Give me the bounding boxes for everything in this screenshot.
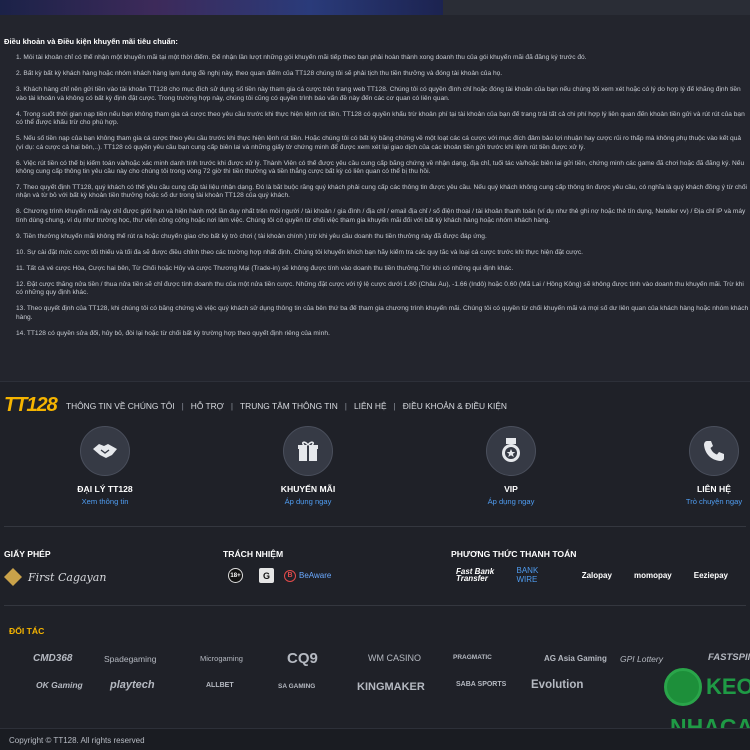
terms-item: 9. Tiền thưởng khuyến mãi không thể rút …	[16, 232, 487, 240]
nav-separator: |	[230, 401, 234, 411]
partner-logo[interactable]: CMD368	[33, 653, 72, 664]
feature-title: VIP	[504, 484, 518, 494]
handshake-icon	[80, 426, 130, 476]
partner-logo[interactable]: GPI Lottery	[620, 654, 663, 664]
terms-item: 2. Bất kỳ bất kỳ khách hàng hoặc nhóm kh…	[16, 70, 503, 78]
footer-nav-links: THÔNG TIN VỀ CHÚNG TÔI | HỖ TRỢ | TRUNG …	[66, 401, 507, 411]
partner-logo[interactable]: WM CASINO	[368, 653, 421, 663]
feature-agent[interactable]: ĐẠI LÝ TT128 Xem thông tin	[50, 426, 160, 506]
nav-link-about[interactable]: THÔNG TIN VỀ CHÚNG TÔI	[66, 401, 175, 411]
terms-item: 1. Mỗi tài khoản chỉ có thể nhận một khu…	[16, 54, 587, 62]
nav-separator: |	[393, 401, 396, 411]
copyright-text: Copyright © TT128. All rights reserved	[9, 736, 145, 745]
partner-logo[interactable]: ALLBET	[206, 682, 234, 689]
divider	[4, 605, 746, 606]
nav-link-support[interactable]: HỖ TRỢ	[191, 401, 224, 411]
partner-logo[interactable]: AG Asia Gaming	[544, 654, 607, 663]
medal-icon	[486, 426, 536, 476]
payment-momopay[interactable]: momopay	[634, 571, 672, 580]
beaware-icon: B	[284, 569, 296, 582]
feature-tiles: ĐẠI LÝ TT128 Xem thông tin KHUYẾN MÃI Áp…	[0, 426, 750, 516]
top-banner	[0, 0, 750, 15]
nav-separator: |	[344, 401, 347, 411]
payment-eeziepay[interactable]: Eeziepay	[694, 571, 728, 580]
feature-link[interactable]: Xem thông tin	[50, 497, 160, 506]
copyright-bar: Copyright © TT128. All rights reserved	[0, 728, 750, 750]
partner-logo[interactable]: Microgaming	[200, 654, 243, 663]
feature-title: LIÊN HỆ	[697, 484, 731, 494]
responsibility-heading: TRÁCH NHIỆM	[223, 549, 284, 559]
terms-item: 7. Theo quyết định TT128, quý khách có t…	[16, 184, 747, 200]
terms-list: 1. Mỗi tài khoản chỉ có thể nhận một khu…	[4, 54, 750, 338]
feature-link[interactable]: Trò chuyện ngay	[659, 497, 750, 506]
feature-promotion[interactable]: KHUYẾN MÃI Áp dụng ngay	[253, 426, 363, 506]
terms-item: 14. TT128 có quyền sửa đổi, hủy bỏ, đòi …	[16, 329, 330, 337]
partner-logo[interactable]: FASTSPIN	[708, 652, 750, 663]
nav-link-terms[interactable]: ĐIỀU KHOẢN & ĐIỀU KIỆN	[403, 401, 507, 411]
partner-logo[interactable]: Evolution	[531, 679, 583, 691]
partners-grid: CMD368 Spadegaming Microgaming CQ9 WM CA…	[0, 648, 750, 704]
tt128-logo[interactable]: TT128	[4, 394, 58, 417]
payment-heading: PHƯƠNG THỨC THANH TOÁN	[451, 549, 577, 559]
partner-logo[interactable]: SABA SPORTS	[456, 681, 506, 688]
partner-logo[interactable]: Spadegaming	[104, 654, 156, 664]
terms-item: 12. Đặt cược thắng nửa tiền / thua nửa t…	[16, 280, 744, 297]
terms-section: Điều khoản và Điều kiện khuyến mãi tiêu …	[4, 37, 750, 346]
partner-logo[interactable]: playtech	[110, 679, 155, 691]
payment-fast-bank-transfer[interactable]: Fast Bank Transfer	[456, 568, 495, 583]
partner-logo[interactable]: KINGMAKER	[357, 681, 425, 693]
watermark-line1: KEO	[706, 674, 750, 699]
payment-bank-wire[interactable]: BANK WIRE	[517, 566, 560, 584]
nav-separator: |	[181, 401, 184, 411]
terms-item: 8. Chương trình khuyến mãi này chỉ được …	[16, 208, 746, 224]
payment-zalopay[interactable]: Zalopay	[582, 571, 612, 580]
first-cagayan-logo-icon	[4, 568, 22, 586]
promo-banner-image	[0, 0, 443, 15]
gamcare-icon[interactable]: G	[259, 568, 274, 583]
footer-nav: TT128 THÔNG TIN VỀ CHÚNG TÔI | HỖ TRỢ | …	[0, 382, 750, 432]
feature-vip[interactable]: VIP Áp dụng ngay	[456, 426, 566, 506]
nav-link-contact[interactable]: LIÊN HỆ	[354, 401, 387, 411]
beaware-logo[interactable]: B BeAware	[284, 569, 332, 582]
feature-title: ĐẠI LÝ TT128	[77, 484, 133, 494]
payment-methods: Fast Bank Transfer BANK WIRE Zalopay mom…	[456, 566, 750, 584]
terms-title: Điều khoản và Điều kiện khuyến mãi tiêu …	[4, 37, 178, 46]
partner-logo[interactable]: OK Gaming	[36, 680, 83, 690]
feature-title: KHUYẾN MÃI	[280, 484, 336, 494]
terms-item: 11. Tất cả vé cược Hòa, Cược hai bên, Từ…	[16, 264, 514, 272]
partner-logo[interactable]: CQ9	[287, 650, 318, 667]
terms-item: 5. Nếu số tiền nạp của bạn không tham gi…	[16, 135, 742, 151]
phone-icon	[689, 426, 739, 476]
license-name: First Cagayan	[28, 570, 107, 584]
feature-contact[interactable]: LIÊN HỆ Trò chuyện ngay	[659, 426, 750, 506]
feature-link[interactable]: Áp dụng ngay	[456, 497, 566, 506]
partners-heading: ĐỐI TÁC	[9, 626, 45, 636]
terms-item: 10. Sự cài đặt mức cược tối thiểu và tối…	[16, 248, 583, 256]
nav-link-info-center[interactable]: TRUNG TÂM THÔNG TIN	[240, 401, 338, 411]
partner-logo[interactable]: PRAGMATIC	[453, 654, 492, 661]
terms-item: 3. Khách hàng chỉ nên gửi tiền vào tài k…	[16, 86, 741, 102]
terms-item: 13. Theo quyết định của TT128, khi chúng…	[16, 305, 749, 321]
terms-item: 4. Trong suốt thời gian nạp tiền nếu bạn…	[16, 110, 745, 127]
beaware-name: BeAware	[299, 571, 332, 580]
partner-logo[interactable]: SA GAMING	[278, 683, 315, 690]
license-first-cagayan[interactable]: First Cagayan	[4, 568, 106, 586]
feature-link[interactable]: Áp dụng ngay	[253, 497, 363, 506]
license-heading: GIẤY PHÉP	[4, 549, 51, 559]
divider	[4, 526, 746, 527]
terms-item: 6. Việc rút tiền có thể bị kiểm toán và/…	[16, 159, 745, 176]
responsibility-badges: 18+ G B BeAware	[228, 568, 331, 583]
age-18-icon[interactable]: 18+	[228, 568, 243, 583]
soccer-ball-icon	[664, 668, 702, 706]
gift-icon	[283, 426, 333, 476]
